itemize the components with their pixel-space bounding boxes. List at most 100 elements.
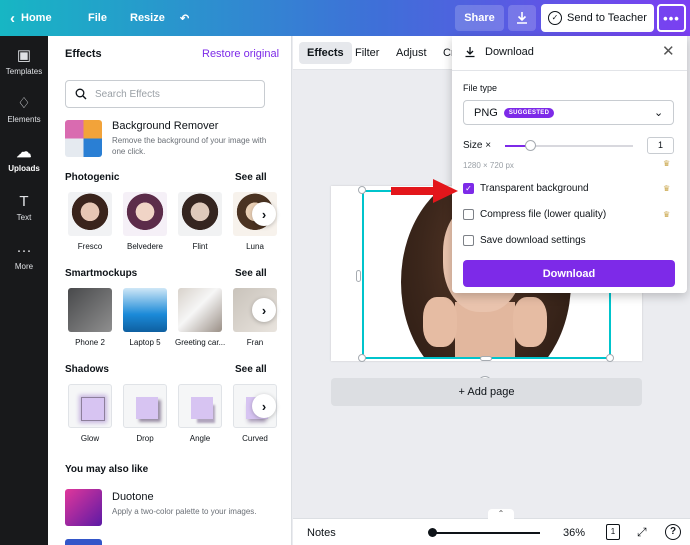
- thumb-label: Glow: [80, 434, 100, 443]
- compress-file-label: Compress file (lower quality): [480, 209, 607, 220]
- zoom-level[interactable]: 36%: [563, 527, 585, 539]
- smartmockups-heading: Smartmockups: [65, 268, 138, 279]
- page-count-button[interactable]: 1: [606, 524, 620, 540]
- photogenic-next-arrow[interactable]: ›: [252, 202, 276, 226]
- smartmockups-see-all[interactable]: See all: [235, 268, 267, 279]
- background-remover-title: Background Remover: [112, 120, 219, 132]
- thumbnail-image: [68, 384, 112, 428]
- home-button[interactable]: ‹ Home: [10, 0, 52, 36]
- save-settings-checkbox[interactable]: [463, 235, 474, 246]
- effect-thumb-flint[interactable]: Flint: [175, 192, 225, 251]
- thumbnail-image: [68, 288, 112, 332]
- zoom-slider-knob[interactable]: [428, 528, 437, 537]
- resize-handle[interactable]: [606, 354, 614, 362]
- mockup-thumb-laptop[interactable]: Laptop 5: [120, 288, 170, 347]
- image-toolbar: Effects Filter Adjust Cr: [293, 36, 455, 70]
- size-slider-knob[interactable]: [525, 140, 536, 151]
- red-arrow-annotation: [391, 179, 458, 203]
- dimensions-text: 1280 × 720 px: [463, 161, 514, 170]
- compress-file-option[interactable]: Compress file (lower quality): [463, 209, 606, 220]
- file-menu[interactable]: File: [88, 0, 107, 36]
- effects-panel: Effects Restore original Background Remo…: [48, 36, 292, 545]
- text-icon: T: [19, 193, 29, 210]
- tab-filter[interactable]: Filter: [355, 42, 379, 64]
- shadow-thumb-drop[interactable]: Drop: [120, 384, 170, 443]
- chevron-left-icon: ‹: [10, 9, 15, 27]
- notes-button[interactable]: Notes: [307, 527, 336, 539]
- thumb-label: Drop: [136, 434, 154, 443]
- tab-adjust[interactable]: Adjust: [396, 42, 427, 64]
- resize-button[interactable]: Resize: [130, 0, 165, 36]
- duotone-item[interactable]: Duotone Apply a two-color palette to you…: [65, 489, 280, 529]
- chevron-up-icon[interactable]: ⌃: [488, 509, 514, 519]
- divider: [452, 70, 687, 71]
- file-type-value: PNG: [474, 106, 498, 119]
- rail-item-templates[interactable]: ▣ Templates: [0, 47, 48, 77]
- thumbnail-image: [123, 384, 167, 428]
- expand-icon[interactable]: ⤢: [637, 525, 647, 540]
- transparent-background-option[interactable]: ✓ Transparent background: [463, 183, 589, 194]
- thumbnail-image: [68, 192, 112, 236]
- smartmockups-next-arrow[interactable]: ›: [252, 298, 276, 322]
- uploads-icon: ☁: [16, 144, 32, 161]
- download-button[interactable]: Download: [463, 260, 675, 287]
- save-settings-label: Save download settings: [480, 235, 586, 246]
- templates-icon: ▣: [16, 47, 32, 64]
- background-remover-desc: Remove the background of your image with…: [112, 136, 267, 156]
- mockup-thumb-phone[interactable]: Phone 2: [65, 288, 115, 347]
- rail-item-more[interactable]: ··· More: [0, 242, 48, 272]
- shadow-thumb-glow[interactable]: Glow: [65, 384, 115, 443]
- undo-icon[interactable]: ↶: [180, 0, 189, 36]
- search-input[interactable]: [95, 88, 245, 100]
- save-settings-option[interactable]: Save download settings: [463, 235, 586, 246]
- shadows-see-all[interactable]: See all: [235, 364, 267, 375]
- photogenic-see-all[interactable]: See all: [235, 172, 267, 183]
- resize-handle[interactable]: [480, 356, 492, 361]
- resize-handle[interactable]: [358, 354, 366, 362]
- close-icon[interactable]: ✕: [662, 44, 675, 59]
- share-button[interactable]: Share: [455, 5, 504, 31]
- download-icon[interactable]: [508, 5, 536, 31]
- check-circle-icon: ✓: [548, 11, 563, 25]
- help-button[interactable]: ?: [665, 524, 681, 540]
- chevron-down-icon: ⌄: [654, 107, 664, 119]
- restore-original-link[interactable]: Restore original: [202, 48, 279, 60]
- compress-file-checkbox[interactable]: [463, 209, 474, 220]
- thumb-label: Belvedere: [126, 242, 164, 251]
- shadows-next-arrow[interactable]: ›: [252, 394, 276, 418]
- mockup-thumb-greeting-card[interactable]: Greeting car...: [175, 288, 225, 347]
- transparent-background-checkbox[interactable]: ✓: [463, 183, 474, 194]
- search-icon: [75, 88, 87, 100]
- rail-item-uploads[interactable]: ☁ Uploads: [0, 144, 48, 174]
- rail-label: Text: [16, 213, 32, 222]
- thumb-label: Phone 2: [75, 338, 105, 347]
- effect-thumb-fresco[interactable]: Fresco: [65, 192, 115, 251]
- rail-label: Elements: [7, 115, 41, 124]
- you-may-like-heading: You may also like: [65, 464, 149, 475]
- download-panel: Download ✕ File type PNG SUGGESTED ⌄ Siz…: [452, 36, 687, 293]
- thumb-label: Fresco: [77, 242, 103, 251]
- add-page-button[interactable]: + Add page: [331, 378, 642, 406]
- more-icon: ···: [16, 242, 32, 259]
- next-effect-thumbnail[interactable]: [65, 539, 102, 545]
- thumbnail-image: [123, 288, 167, 332]
- shadow-thumb-angle[interactable]: Angle: [175, 384, 225, 443]
- download-panel-title: Download: [485, 46, 534, 58]
- file-type-label: File type: [463, 83, 498, 93]
- thumbnail-image: [123, 192, 167, 236]
- send-to-teacher-button[interactable]: ✓ Send to Teacher: [541, 4, 654, 32]
- rail-item-elements[interactable]: ♢ Elements: [0, 96, 48, 125]
- background-remover-item[interactable]: Background Remover Remove the background…: [65, 120, 280, 160]
- crown-icon: ♛: [663, 159, 671, 168]
- zoom-slider[interactable]: [430, 532, 540, 534]
- effect-thumb-belvedere[interactable]: Belvedere: [120, 192, 170, 251]
- tab-effects[interactable]: Effects: [299, 42, 352, 64]
- more-options-button[interactable]: •••: [657, 4, 686, 32]
- rail-item-text[interactable]: T Text: [0, 193, 48, 223]
- resize-handle[interactable]: [356, 270, 361, 282]
- resize-handle[interactable]: [358, 186, 366, 194]
- size-input[interactable]: 1: [647, 137, 674, 154]
- home-label: Home: [21, 12, 52, 24]
- search-field[interactable]: [65, 80, 265, 108]
- file-type-select[interactable]: PNG SUGGESTED ⌄: [463, 100, 674, 125]
